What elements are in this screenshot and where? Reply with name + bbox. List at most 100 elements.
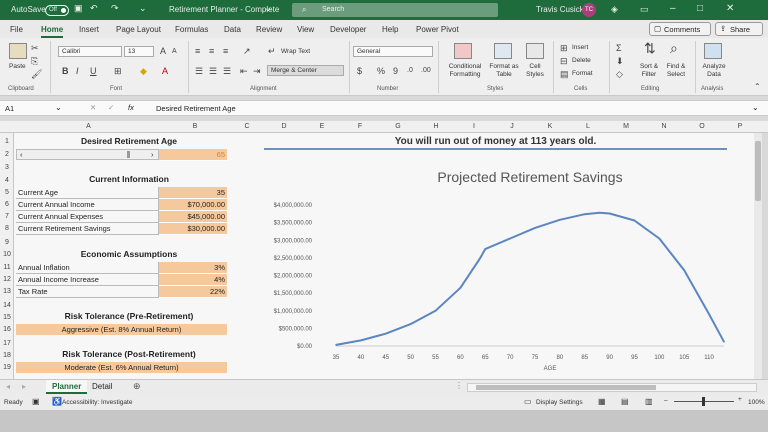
cut-icon[interactable]: ✂ xyxy=(31,43,39,53)
font-size-select[interactable]: 13 xyxy=(124,46,154,57)
decrease-font-icon[interactable]: A xyxy=(172,47,177,57)
column-header[interactable]: I xyxy=(455,123,493,130)
delete-label[interactable]: Delete xyxy=(572,57,591,64)
analyze-data-icon[interactable] xyxy=(704,43,722,59)
chevron-down-icon[interactable]: ⌄ xyxy=(264,3,272,14)
row-header[interactable]: 16 xyxy=(0,326,14,333)
display-settings-icon[interactable]: ▭ xyxy=(524,397,532,406)
delete-cells-icon[interactable]: ⊟ xyxy=(560,56,568,66)
find-select-icon[interactable]: ⌕ xyxy=(670,41,678,55)
format-as-table-icon[interactable] xyxy=(494,43,512,59)
italic-icon[interactable]: I xyxy=(76,66,79,76)
chevron-down-icon[interactable]: ⌄ xyxy=(55,103,62,112)
tab-review[interactable]: Review xyxy=(256,25,282,34)
scroll-thumb[interactable] xyxy=(127,151,130,158)
page-layout-view-icon[interactable]: ▤ xyxy=(621,397,629,406)
tab-file[interactable]: File xyxy=(10,25,23,34)
row-header[interactable]: 13 xyxy=(0,288,14,295)
sheet-tab-planner[interactable]: Planner xyxy=(46,380,88,394)
risk-pre-dropdown[interactable]: Aggressive (Est. 8% Annual Return) xyxy=(16,324,227,335)
underline-icon[interactable]: U xyxy=(90,66,97,76)
column-header[interactable]: D xyxy=(265,123,303,130)
row-header[interactable]: 12 xyxy=(0,276,14,283)
current-age-value[interactable]: 35 xyxy=(159,187,227,199)
insert-label[interactable]: Insert xyxy=(572,44,588,51)
font-color-icon[interactable]: A xyxy=(162,66,168,76)
row-header[interactable]: 9 xyxy=(0,239,14,246)
decrease-indent-icon[interactable]: ⇤ xyxy=(240,66,248,76)
vertical-scrollbar[interactable] xyxy=(754,133,762,379)
find-select-label[interactable]: Find & Select xyxy=(663,63,689,79)
fill-icon[interactable]: ⬇ xyxy=(616,56,624,66)
accessibility-icon[interactable]: ♿ xyxy=(52,397,62,406)
desired-age-value[interactable]: 65 xyxy=(159,149,227,161)
column-header[interactable]: E xyxy=(303,123,341,130)
worksheet-grid[interactable]: Desired Retirement Age ‹ › 65 Current In… xyxy=(14,133,762,379)
retirement-chart[interactable]: Projected Retirement Savings $0.00 $500,00… xyxy=(264,160,738,378)
next-sheet-icon[interactable]: ▸ xyxy=(22,382,26,391)
close-icon[interactable]: ✕ xyxy=(726,3,734,14)
increase-indent-icon[interactable]: ⇥ xyxy=(253,66,261,76)
row-header[interactable]: 1 xyxy=(0,138,14,145)
align-middle-icon[interactable]: ≡ xyxy=(209,46,214,56)
current-expenses-value[interactable]: $45,000.00 xyxy=(159,211,227,223)
align-top-icon[interactable]: ≡ xyxy=(195,46,200,56)
minimize-icon[interactable]: – xyxy=(670,3,676,14)
horizontal-scrollbar[interactable] xyxy=(467,383,757,392)
sheet-tab-detail[interactable]: Detail xyxy=(92,382,112,391)
percent-icon[interactable]: % xyxy=(377,66,385,76)
insert-function-button[interactable]: fx xyxy=(128,103,134,112)
prev-sheet-icon[interactable]: ◂ xyxy=(6,382,10,391)
increase-font-icon[interactable]: A xyxy=(160,46,166,56)
borders-icon[interactable]: ⊞ xyxy=(114,66,122,76)
row-header[interactable]: 10 xyxy=(0,251,14,258)
row-header[interactable]: 7 xyxy=(0,213,14,220)
align-bottom-icon[interactable]: ≡ xyxy=(223,46,228,56)
comments-button[interactable]: ▢ Comments xyxy=(649,22,711,36)
age-scrollbar[interactable]: ‹ › xyxy=(16,149,159,160)
font-name-select[interactable]: Calibri xyxy=(58,46,122,57)
zoom-slider-thumb[interactable] xyxy=(702,397,705,406)
column-header[interactable]: P xyxy=(721,123,759,130)
scroll-thumb[interactable] xyxy=(755,141,761,201)
scroll-right-icon[interactable]: › xyxy=(151,150,154,159)
row-header[interactable]: 5 xyxy=(0,189,14,196)
ribbon-display-icon[interactable]: ▭ xyxy=(640,4,649,14)
tax-rate-value[interactable]: 22% xyxy=(159,286,227,298)
number-format-select[interactable]: General xyxy=(353,46,433,57)
align-right-icon[interactable]: ☰ xyxy=(223,66,231,76)
tab-page-layout[interactable]: Page Layout xyxy=(116,25,161,34)
align-left-icon[interactable]: ☰ xyxy=(195,66,203,76)
redo-icon[interactable]: ↷ xyxy=(111,3,119,13)
display-settings-button[interactable]: Display Settings xyxy=(536,399,583,406)
tab-power-pivot[interactable]: Power Pivot xyxy=(416,25,459,34)
column-header[interactable]: J xyxy=(493,123,531,130)
column-header[interactable]: G xyxy=(379,123,417,130)
tab-formulas[interactable]: Formulas xyxy=(175,25,208,34)
column-header[interactable]: C xyxy=(229,123,265,130)
row-header[interactable]: 19 xyxy=(0,364,14,371)
align-center-icon[interactable]: ☰ xyxy=(209,66,217,76)
current-income-value[interactable]: $70,000.00 xyxy=(159,199,227,211)
column-header[interactable]: B xyxy=(161,123,229,130)
row-header[interactable]: 18 xyxy=(0,352,14,359)
column-header[interactable]: N xyxy=(645,123,683,130)
accessibility-status[interactable]: Accessibility: Investigate xyxy=(62,399,132,406)
column-header[interactable]: L xyxy=(569,123,607,130)
inflation-value[interactable]: 3% xyxy=(159,262,227,274)
tab-home[interactable]: Home xyxy=(41,25,64,38)
copy-icon[interactable]: ⎘ xyxy=(31,56,38,66)
zoom-level[interactable]: 100% xyxy=(748,399,765,406)
format-painter-icon[interactable]: 🖌 xyxy=(31,69,42,79)
search-box[interactable]: ⌕ Search xyxy=(292,3,498,17)
scroll-thumb[interactable] xyxy=(476,385,656,390)
format-cells-icon[interactable]: ▤ xyxy=(560,69,569,79)
column-header[interactable]: A xyxy=(16,123,161,130)
macro-record-icon[interactable]: ▣ xyxy=(32,397,40,406)
cell-styles-label[interactable]: Cell Styles xyxy=(521,63,549,79)
column-header[interactable]: F xyxy=(341,123,379,130)
avatar[interactable]: TC xyxy=(582,3,596,17)
fill-color-icon[interactable]: ◆ xyxy=(140,66,147,76)
paste-icon[interactable] xyxy=(9,43,27,59)
row-header[interactable]: 4 xyxy=(0,177,14,184)
